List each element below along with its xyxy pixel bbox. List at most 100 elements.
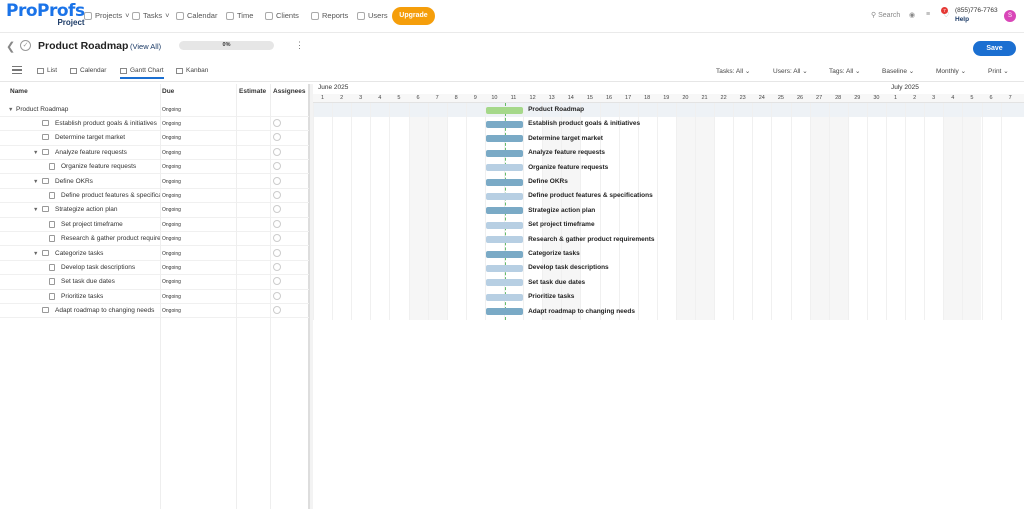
task-name[interactable]: Adapt roadmap to changing needs [55,307,160,314]
assignee-avatar-icon[interactable] [273,162,281,171]
task-name[interactable]: Set task due dates [61,278,160,285]
task-bar[interactable] [485,106,524,114]
assignee-avatar-icon[interactable] [273,118,281,127]
assignee-avatar-icon[interactable] [273,234,281,243]
table-row[interactable]: ▼ Strategize action plan Ongoing [0,203,309,218]
table-row[interactable]: ▼ Product Roadmap Ongoing [0,103,309,117]
task-bar[interactable] [485,192,524,200]
task-bar[interactable] [485,207,524,215]
table-row[interactable]: Set task due dates Ongoing [0,275,309,290]
list-icon[interactable]: ≡ [926,11,930,18]
collapse-triangle-icon[interactable]: ▼ [33,251,38,257]
nav-users[interactable]: Users [357,11,388,20]
table-row[interactable]: Develop task descriptions Ongoing [0,261,309,276]
task-name[interactable]: Organize feature requests [61,163,160,170]
nav-tasks[interactable]: Tasks ˅ [132,11,170,20]
task-name[interactable]: Define OKRs [55,178,160,185]
task-bar[interactable] [485,250,524,258]
task-name[interactable]: Prioritize tasks [61,293,160,300]
column-header-assignees[interactable]: Assignees [273,88,306,95]
task-bar[interactable] [485,279,524,287]
tab-kanban[interactable]: Kanban [176,67,208,74]
assignee-avatar-icon[interactable] [273,219,281,228]
assignee-avatar-icon[interactable] [273,277,281,286]
task-bar[interactable] [485,308,524,316]
complete-check-icon[interactable]: ✓ [20,40,31,51]
assignee-avatar-icon[interactable] [273,190,281,199]
task-due: Ongoing [162,178,181,185]
table-row[interactable]: Establish product goals & initiatives Ong… [0,117,309,132]
table-row[interactable]: Organize feature requests Ongoing [0,160,309,175]
task-name[interactable]: Research & gather product requirements [61,235,160,242]
scale-dropdown[interactable]: Monthly ⌄ [936,67,966,75]
table-row[interactable]: Research & gather product requirementsOn… [0,232,309,247]
view-all-link[interactable]: (View All) [130,42,161,51]
table-row[interactable]: Determine target market Ongoing [0,131,309,146]
task-bar[interactable] [485,135,524,143]
save-button[interactable]: Save [973,41,1016,56]
assignee-avatar-icon[interactable] [273,306,281,315]
user-avatar[interactable]: S [1004,10,1016,22]
tab-list[interactable]: List [37,67,57,74]
nav-clients[interactable]: Clients [265,11,299,20]
task-bar[interactable] [485,178,524,186]
search-field[interactable]: ⚲ Search [871,11,900,19]
more-options-icon[interactable]: ⋮ [295,40,304,51]
nav-time[interactable]: Time [226,11,253,20]
table-row[interactable]: ▼ Analyze feature requests Ongoing [0,146,309,161]
nav-projects[interactable]: Projects ˅ [84,11,129,20]
tab-gantt-chart[interactable]: Gantt Chart [120,67,164,79]
users-filter[interactable]: Users: All ⌄ [773,67,808,75]
assignee-avatar-icon[interactable] [273,147,281,156]
task-bar[interactable] [485,264,524,272]
nav-calendar[interactable]: Calendar [176,11,217,20]
tab-calendar[interactable]: Calendar [70,67,106,74]
collapse-triangle-icon[interactable]: ▼ [8,107,13,113]
task-name[interactable]: Establish product goals & initiatives [55,120,160,127]
task-name[interactable]: Define product features & specifications [61,192,160,199]
print-dropdown[interactable]: Print ⌄ [988,67,1009,75]
assignee-avatar-icon[interactable] [273,248,281,257]
task-bar[interactable] [485,293,524,301]
nav-reports[interactable]: Reports [311,11,348,20]
day-label: 3 [359,95,363,101]
task-bar[interactable] [485,221,524,229]
task-bar[interactable] [485,236,524,244]
eye-icon[interactable]: ◉ [909,11,915,19]
tags-filter[interactable]: Tags: All ⌄ [829,67,860,75]
column-header-estimate[interactable]: Estimate [239,88,266,95]
proprofs-logo[interactable]: ProProfs Project [6,3,85,27]
assignee-avatar-icon[interactable] [273,291,281,300]
upgrade-button[interactable]: Upgrade [392,7,435,25]
task-name[interactable]: Strategize action plan [55,206,160,213]
table-row[interactable]: ▼ Categorize tasks Ongoing [0,247,309,261]
collapse-triangle-icon[interactable]: ▼ [33,179,38,185]
menu-icon[interactable] [12,66,22,74]
task-bar[interactable] [485,149,524,157]
table-row[interactable]: Set project timeframe Ongoing [0,218,309,233]
assignee-avatar-icon[interactable] [273,176,281,185]
task-name[interactable]: Determine target market [55,134,160,141]
table-row[interactable]: Adapt roadmap to changing needs Ongoing [0,304,309,319]
table-row[interactable]: ▼ Define OKRs Ongoing [0,175,309,189]
task-name[interactable]: Set project timeframe [61,221,160,228]
assignee-avatar-icon[interactable] [273,262,281,271]
column-header-name[interactable]: Name [10,88,28,95]
assignee-avatar-icon[interactable] [273,205,281,214]
back-arrow-icon[interactable]: ❮ [6,40,15,53]
assignee-avatar-icon[interactable] [273,133,281,142]
table-row[interactable]: Define product features & specifications… [0,189,309,204]
help-link[interactable]: Help [955,16,969,23]
baseline-dropdown[interactable]: Baseline ⌄ [882,67,914,75]
collapse-triangle-icon[interactable]: ▼ [33,207,38,213]
tasks-filter[interactable]: Tasks: All ⌄ [716,67,750,75]
table-row[interactable]: Prioritize tasks Ongoing [0,290,309,305]
task-bar[interactable] [485,164,524,172]
task-bar[interactable] [485,120,524,128]
task-name[interactable]: Product Roadmap [16,106,160,113]
task-name[interactable]: Categorize tasks [55,250,160,257]
collapse-triangle-icon[interactable]: ▼ [33,150,38,156]
task-name[interactable]: Develop task descriptions [61,264,160,271]
column-header-due[interactable]: Due [162,88,174,95]
task-name[interactable]: Analyze feature requests [55,149,160,156]
